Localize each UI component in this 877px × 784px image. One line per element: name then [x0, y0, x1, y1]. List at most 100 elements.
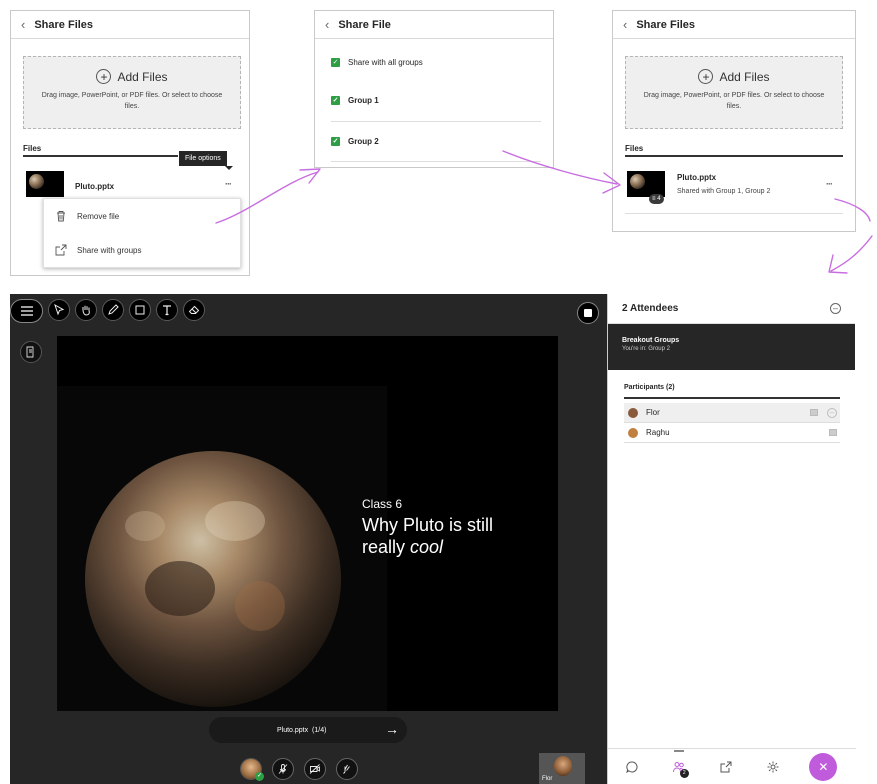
group-1-checkbox[interactable]: ✓ Group 1	[331, 96, 379, 105]
share-with-groups-menu-item[interactable]: Share with groups	[44, 233, 240, 267]
text-tool-button[interactable]	[156, 299, 178, 321]
whiteboard-toolbar	[10, 299, 205, 323]
panel-header: ‹ Share Files	[613, 11, 855, 39]
row-divider	[624, 442, 840, 443]
hand-raise-icon	[343, 764, 350, 774]
main-menu-button[interactable]	[10, 299, 43, 323]
pan-tool-button[interactable]	[75, 299, 97, 321]
panel-title: Share Files	[636, 18, 696, 31]
add-files-description: Drag image, PowerPoint, or PDF files. Or…	[41, 92, 223, 110]
text-icon	[163, 305, 171, 316]
raise-hand-button[interactable]	[336, 758, 358, 780]
close-panel-button[interactable]: ✕	[809, 752, 838, 781]
pluto-image	[85, 451, 341, 707]
group-2-checkbox[interactable]: ✓ Group 2	[331, 137, 379, 146]
status-check-icon: ✓	[255, 772, 264, 781]
participant-video-name: Flor	[542, 776, 553, 782]
add-icon: +	[698, 69, 714, 84]
file-options-tooltip: File options	[179, 151, 233, 170]
participant-remove-icon[interactable]: –	[827, 408, 837, 418]
checkbox-checked-icon: ✓	[331, 58, 340, 67]
shape-tool-button[interactable]	[129, 299, 151, 321]
remove-file-menu-item[interactable]: Remove file	[44, 199, 240, 233]
breakout-groups-banner[interactable]: Breakout Groups You're in: Group 2	[608, 324, 855, 370]
back-chevron-icon[interactable]: ‹	[21, 17, 25, 32]
next-slide-arrow-icon[interactable]: →	[385, 721, 399, 737]
panel-title: Share Files	[34, 18, 94, 31]
panel-header: ‹ Share Files	[11, 11, 249, 39]
share-content-tab[interactable]	[715, 756, 737, 778]
eraser-tool-button[interactable]	[183, 299, 205, 321]
draw-tool-button[interactable]	[102, 299, 124, 321]
slide-title-end: really	[362, 537, 411, 557]
add-icon: +	[96, 69, 112, 84]
participant-row[interactable]: Flor	[624, 403, 840, 422]
share-all-groups-checkbox[interactable]: ✓ Share with all groups	[331, 58, 423, 67]
audio-toggle-button[interactable]	[272, 758, 294, 780]
breakout-subtitle: You're in: Group 2	[622, 346, 670, 352]
video-toggle-button[interactable]	[304, 758, 326, 780]
participant-face	[554, 756, 572, 776]
trash-icon	[57, 211, 65, 222]
panel-header: ‹ Share File	[315, 11, 553, 39]
back-chevron-icon[interactable]: ‹	[325, 17, 329, 32]
attendee-count-badge: 2	[679, 768, 689, 778]
add-files-dropzone[interactable]: + Add Files Drag image, PowerPoint, or P…	[625, 56, 843, 129]
breakout-title: Breakout Groups	[622, 337, 680, 344]
attendees-panel: 2 Attendees – Breakout Groups You're in:…	[607, 294, 856, 784]
collaborate-panel-nav: 2 ✕	[608, 748, 856, 784]
select-tool-button[interactable]	[48, 299, 70, 321]
divider	[331, 161, 541, 162]
add-files-description: Drag image, PowerPoint, or PDF files. Or…	[643, 92, 825, 110]
attendees-tab[interactable]: 2	[668, 749, 690, 778]
files-divider	[23, 155, 178, 157]
badge-count: 4	[657, 196, 661, 202]
file-options-menu: Remove file Share with groups	[43, 198, 241, 268]
chat-tab[interactable]	[621, 756, 643, 778]
participants-heading: Participants (2)	[624, 384, 675, 391]
collaborate-session: Class 6 Why Pluto is still really cool P…	[10, 294, 607, 784]
settings-tab[interactable]	[762, 756, 784, 778]
add-files-label: Add Files	[719, 69, 770, 84]
participant-avatar	[628, 407, 638, 418]
share-with-groups-label: Share with groups	[77, 245, 142, 255]
gear-icon	[767, 761, 779, 772]
participant-avatar	[628, 427, 638, 438]
collapse-icon[interactable]: –	[830, 303, 841, 314]
slide-title-line: Why Pluto is still	[362, 515, 494, 535]
slide-pager: Pluto.pptx (1/4) →	[209, 717, 407, 743]
file-options-button[interactable]: ···	[225, 179, 232, 189]
participant-row[interactable]: Raghu	[624, 423, 840, 442]
checkbox-checked-icon: ✓	[331, 96, 340, 105]
participant-video[interactable]: Flor	[539, 753, 585, 784]
divider	[625, 213, 843, 214]
panel-title: Share File	[338, 18, 391, 31]
my-avatar[interactable]: ✓	[240, 758, 264, 781]
share-files-panel-shared: ‹ Share Files + Add Files Drag image, Po…	[612, 10, 856, 232]
file-name: Pluto.pptx	[75, 182, 115, 191]
checkbox-checked-icon: ✓	[331, 137, 340, 146]
participant-name: Raghu	[646, 428, 670, 437]
add-files-dropzone[interactable]: + Add Files Drag image, PowerPoint, or P…	[23, 56, 241, 129]
option-label: Share with all groups	[348, 58, 423, 67]
mic-off-icon	[278, 764, 288, 774]
files-heading: Files	[23, 144, 42, 153]
back-chevron-icon[interactable]: ‹	[623, 17, 627, 32]
option-label: Group 2	[348, 137, 379, 146]
layers-icon: ≡	[652, 196, 656, 202]
hamburger-icon	[20, 306, 33, 316]
arrowhead-1	[299, 168, 321, 184]
content-options-button[interactable]	[20, 341, 42, 363]
participant-menu-icon[interactable]	[810, 409, 818, 416]
slide-subtitle: Class 6	[362, 497, 403, 511]
media-controls: ✓	[240, 758, 358, 781]
slide-title-emphasis: cool	[410, 537, 444, 557]
file-shared-with: Shared with Group 1, Group 2	[677, 188, 771, 195]
pencil-icon	[108, 304, 119, 315]
pluto-thumbnail-image	[630, 174, 645, 189]
file-options-button[interactable]: ···	[826, 179, 833, 189]
arrowhead-3	[828, 254, 848, 274]
participant-menu-icon[interactable]	[829, 429, 837, 436]
camera-off-icon	[309, 764, 320, 774]
record-stop-button[interactable]	[577, 302, 599, 324]
